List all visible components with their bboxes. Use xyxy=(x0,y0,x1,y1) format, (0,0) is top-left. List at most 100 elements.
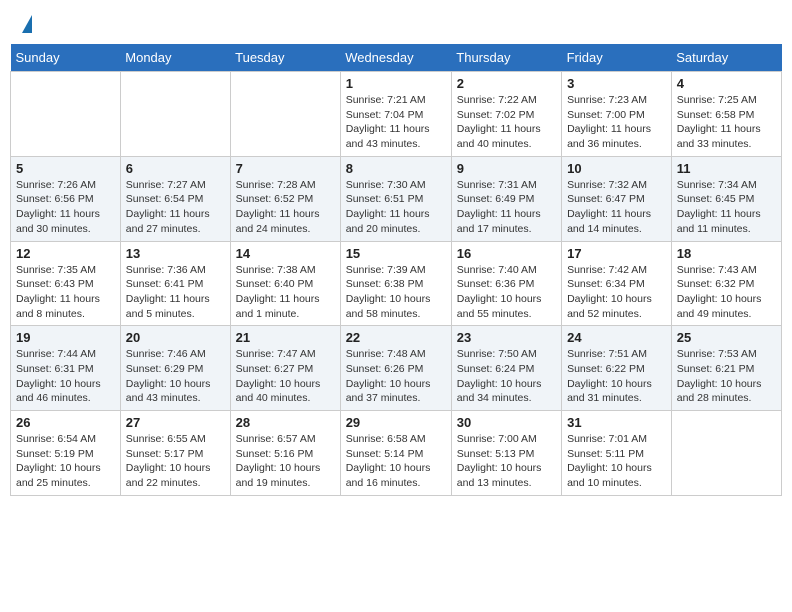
calendar-day-cell: 26 Sunrise: 6:54 AM Sunset: 5:19 PM Dayli… xyxy=(11,411,121,496)
day-number: 11 xyxy=(677,161,776,176)
day-number: 16 xyxy=(457,246,556,261)
calendar-day-cell: 9 Sunrise: 7:31 AM Sunset: 6:49 PM Daylig… xyxy=(451,156,561,241)
calendar-day-cell: 20Sunrise: 7:46 AM Sunset: 6:29 PM Dayli… xyxy=(120,326,230,411)
day-info: Sunrise: 7:28 AM Sunset: 6:52 PM Dayligh… xyxy=(236,178,335,237)
day-number: 30 xyxy=(457,415,556,430)
day-info: Sunrise: 7:42 AM Sunset: 6:34 PM Dayligh… xyxy=(567,263,666,322)
calendar-week-row: 19 Sunrise: 7:44 AM Sunset: 6:31 PM Dayli… xyxy=(11,326,782,411)
day-number: 27 xyxy=(126,415,225,430)
calendar-day-cell: 7 Sunrise: 7:28 AM Sunset: 6:52 PM Daylig… xyxy=(230,156,340,241)
day-info: Sunrise: 7:26 AM Sunset: 6:56 PM Dayligh… xyxy=(16,178,115,237)
day-info: Sunrise: 7:53 AM Sunset: 6:21 PM Dayligh… xyxy=(677,347,776,406)
day-number: 13 xyxy=(126,246,225,261)
day-number: 6 xyxy=(126,161,225,176)
calendar-day-cell: 25 Sunrise: 7:53 AM Sunset: 6:21 PM Dayli… xyxy=(671,326,781,411)
day-number: 18 xyxy=(677,246,776,261)
calendar-day-cell xyxy=(671,411,781,496)
calendar-day-cell: 28 Sunrise: 6:57 AM Sunset: 5:16 PM Dayli… xyxy=(230,411,340,496)
calendar-week-row: 1Sunrise: 7:21 AM Sunset: 7:04 PM Daylig… xyxy=(11,72,782,157)
day-info: Sunrise: 7:39 AM Sunset: 6:38 PM Dayligh… xyxy=(346,263,446,322)
calendar-day-cell: 8 Sunrise: 7:30 AM Sunset: 6:51 PM Daylig… xyxy=(340,156,451,241)
day-info: Sunrise: 7:36 AM Sunset: 6:41 PM Dayligh… xyxy=(126,263,225,322)
day-info: Sunrise: 6:58 AM Sunset: 5:14 PM Dayligh… xyxy=(346,432,446,491)
calendar-table: SundayMondayTuesdayWednesdayThursdayFrid… xyxy=(10,44,782,496)
day-number: 10 xyxy=(567,161,666,176)
calendar-header-row: SundayMondayTuesdayWednesdayThursdayFrid… xyxy=(11,44,782,72)
calendar-week-row: 26 Sunrise: 6:54 AM Sunset: 5:19 PM Dayli… xyxy=(11,411,782,496)
day-info: Sunrise: 7:34 AM Sunset: 6:45 PM Dayligh… xyxy=(677,178,776,237)
calendar-day-cell: 15Sunrise: 7:39 AM Sunset: 6:38 PM Dayli… xyxy=(340,241,451,326)
calendar-day-cell: 2 Sunrise: 7:22 AM Sunset: 7:02 PM Daylig… xyxy=(451,72,561,157)
calendar-day-cell: 18Sunrise: 7:43 AM Sunset: 6:32 PM Dayli… xyxy=(671,241,781,326)
calendar-day-cell: 24Sunrise: 7:51 AM Sunset: 6:22 PM Dayli… xyxy=(562,326,672,411)
calendar-day-cell: 17 Sunrise: 7:42 AM Sunset: 6:34 PM Dayli… xyxy=(562,241,672,326)
day-number: 28 xyxy=(236,415,335,430)
calendar-day-header: Saturday xyxy=(671,44,781,72)
calendar-day-cell: 12Sunrise: 7:35 AM Sunset: 6:43 PM Dayli… xyxy=(11,241,121,326)
day-info: Sunrise: 7:50 AM Sunset: 6:24 PM Dayligh… xyxy=(457,347,556,406)
calendar-day-cell: 6 Sunrise: 7:27 AM Sunset: 6:54 PM Daylig… xyxy=(120,156,230,241)
day-number: 21 xyxy=(236,330,335,345)
day-number: 9 xyxy=(457,161,556,176)
calendar-day-header: Wednesday xyxy=(340,44,451,72)
day-info: Sunrise: 7:44 AM Sunset: 6:31 PM Dayligh… xyxy=(16,347,115,406)
calendar-day-cell: 19 Sunrise: 7:44 AM Sunset: 6:31 PM Dayli… xyxy=(11,326,121,411)
calendar-day-cell: 29 Sunrise: 6:58 AM Sunset: 5:14 PM Dayli… xyxy=(340,411,451,496)
calendar-day-cell: 11 Sunrise: 7:34 AM Sunset: 6:45 PM Dayli… xyxy=(671,156,781,241)
day-number: 7 xyxy=(236,161,335,176)
day-info: Sunrise: 7:01 AM Sunset: 5:11 PM Dayligh… xyxy=(567,432,666,491)
day-info: Sunrise: 6:54 AM Sunset: 5:19 PM Dayligh… xyxy=(16,432,115,491)
calendar-day-header: Monday xyxy=(120,44,230,72)
calendar-day-cell: 13 Sunrise: 7:36 AM Sunset: 6:41 PM Dayli… xyxy=(120,241,230,326)
day-info: Sunrise: 7:23 AM Sunset: 7:00 PM Dayligh… xyxy=(567,93,666,152)
calendar-day-header: Thursday xyxy=(451,44,561,72)
day-info: Sunrise: 6:55 AM Sunset: 5:17 PM Dayligh… xyxy=(126,432,225,491)
day-info: Sunrise: 7:32 AM Sunset: 6:47 PM Dayligh… xyxy=(567,178,666,237)
day-info: Sunrise: 7:22 AM Sunset: 7:02 PM Dayligh… xyxy=(457,93,556,152)
day-info: Sunrise: 7:30 AM Sunset: 6:51 PM Dayligh… xyxy=(346,178,446,237)
day-number: 1 xyxy=(346,76,446,91)
logo-triangle-icon xyxy=(22,15,32,33)
calendar-day-cell: 1Sunrise: 7:21 AM Sunset: 7:04 PM Daylig… xyxy=(340,72,451,157)
day-number: 23 xyxy=(457,330,556,345)
day-number: 2 xyxy=(457,76,556,91)
day-number: 8 xyxy=(346,161,446,176)
page-header xyxy=(10,10,782,34)
day-info: Sunrise: 6:57 AM Sunset: 5:16 PM Dayligh… xyxy=(236,432,335,491)
calendar-day-cell: 10 Sunrise: 7:32 AM Sunset: 6:47 PM Dayli… xyxy=(562,156,672,241)
day-info: Sunrise: 7:27 AM Sunset: 6:54 PM Dayligh… xyxy=(126,178,225,237)
day-info: Sunrise: 7:25 AM Sunset: 6:58 PM Dayligh… xyxy=(677,93,776,152)
day-info: Sunrise: 7:38 AM Sunset: 6:40 PM Dayligh… xyxy=(236,263,335,322)
calendar-week-row: 5 Sunrise: 7:26 AM Sunset: 6:56 PM Daylig… xyxy=(11,156,782,241)
day-number: 17 xyxy=(567,246,666,261)
day-info: Sunrise: 7:40 AM Sunset: 6:36 PM Dayligh… xyxy=(457,263,556,322)
calendar-day-cell: 21 Sunrise: 7:47 AM Sunset: 6:27 PM Dayli… xyxy=(230,326,340,411)
calendar-day-cell: 16 Sunrise: 7:40 AM Sunset: 6:36 PM Dayli… xyxy=(451,241,561,326)
day-number: 4 xyxy=(677,76,776,91)
day-number: 12 xyxy=(16,246,115,261)
calendar-day-cell: 3 Sunrise: 7:23 AM Sunset: 7:00 PM Daylig… xyxy=(562,72,672,157)
calendar-day-cell xyxy=(230,72,340,157)
day-info: Sunrise: 7:31 AM Sunset: 6:49 PM Dayligh… xyxy=(457,178,556,237)
day-number: 26 xyxy=(16,415,115,430)
calendar-day-cell: 14Sunrise: 7:38 AM Sunset: 6:40 PM Dayli… xyxy=(230,241,340,326)
calendar-day-cell: 22Sunrise: 7:48 AM Sunset: 6:26 PM Dayli… xyxy=(340,326,451,411)
day-number: 29 xyxy=(346,415,446,430)
calendar-day-cell: 23 Sunrise: 7:50 AM Sunset: 6:24 PM Dayli… xyxy=(451,326,561,411)
calendar-day-cell: 4 Sunrise: 7:25 AM Sunset: 6:58 PM Daylig… xyxy=(671,72,781,157)
calendar-day-cell xyxy=(11,72,121,157)
calendar-day-cell xyxy=(120,72,230,157)
day-info: Sunrise: 7:47 AM Sunset: 6:27 PM Dayligh… xyxy=(236,347,335,406)
calendar-day-cell: 31Sunrise: 7:01 AM Sunset: 5:11 PM Dayli… xyxy=(562,411,672,496)
day-number: 25 xyxy=(677,330,776,345)
day-number: 24 xyxy=(567,330,666,345)
day-number: 20 xyxy=(126,330,225,345)
calendar-day-header: Friday xyxy=(562,44,672,72)
day-number: 3 xyxy=(567,76,666,91)
calendar-day-header: Tuesday xyxy=(230,44,340,72)
day-number: 19 xyxy=(16,330,115,345)
day-info: Sunrise: 7:00 AM Sunset: 5:13 PM Dayligh… xyxy=(457,432,556,491)
day-number: 5 xyxy=(16,161,115,176)
calendar-week-row: 12Sunrise: 7:35 AM Sunset: 6:43 PM Dayli… xyxy=(11,241,782,326)
logo xyxy=(20,15,32,29)
